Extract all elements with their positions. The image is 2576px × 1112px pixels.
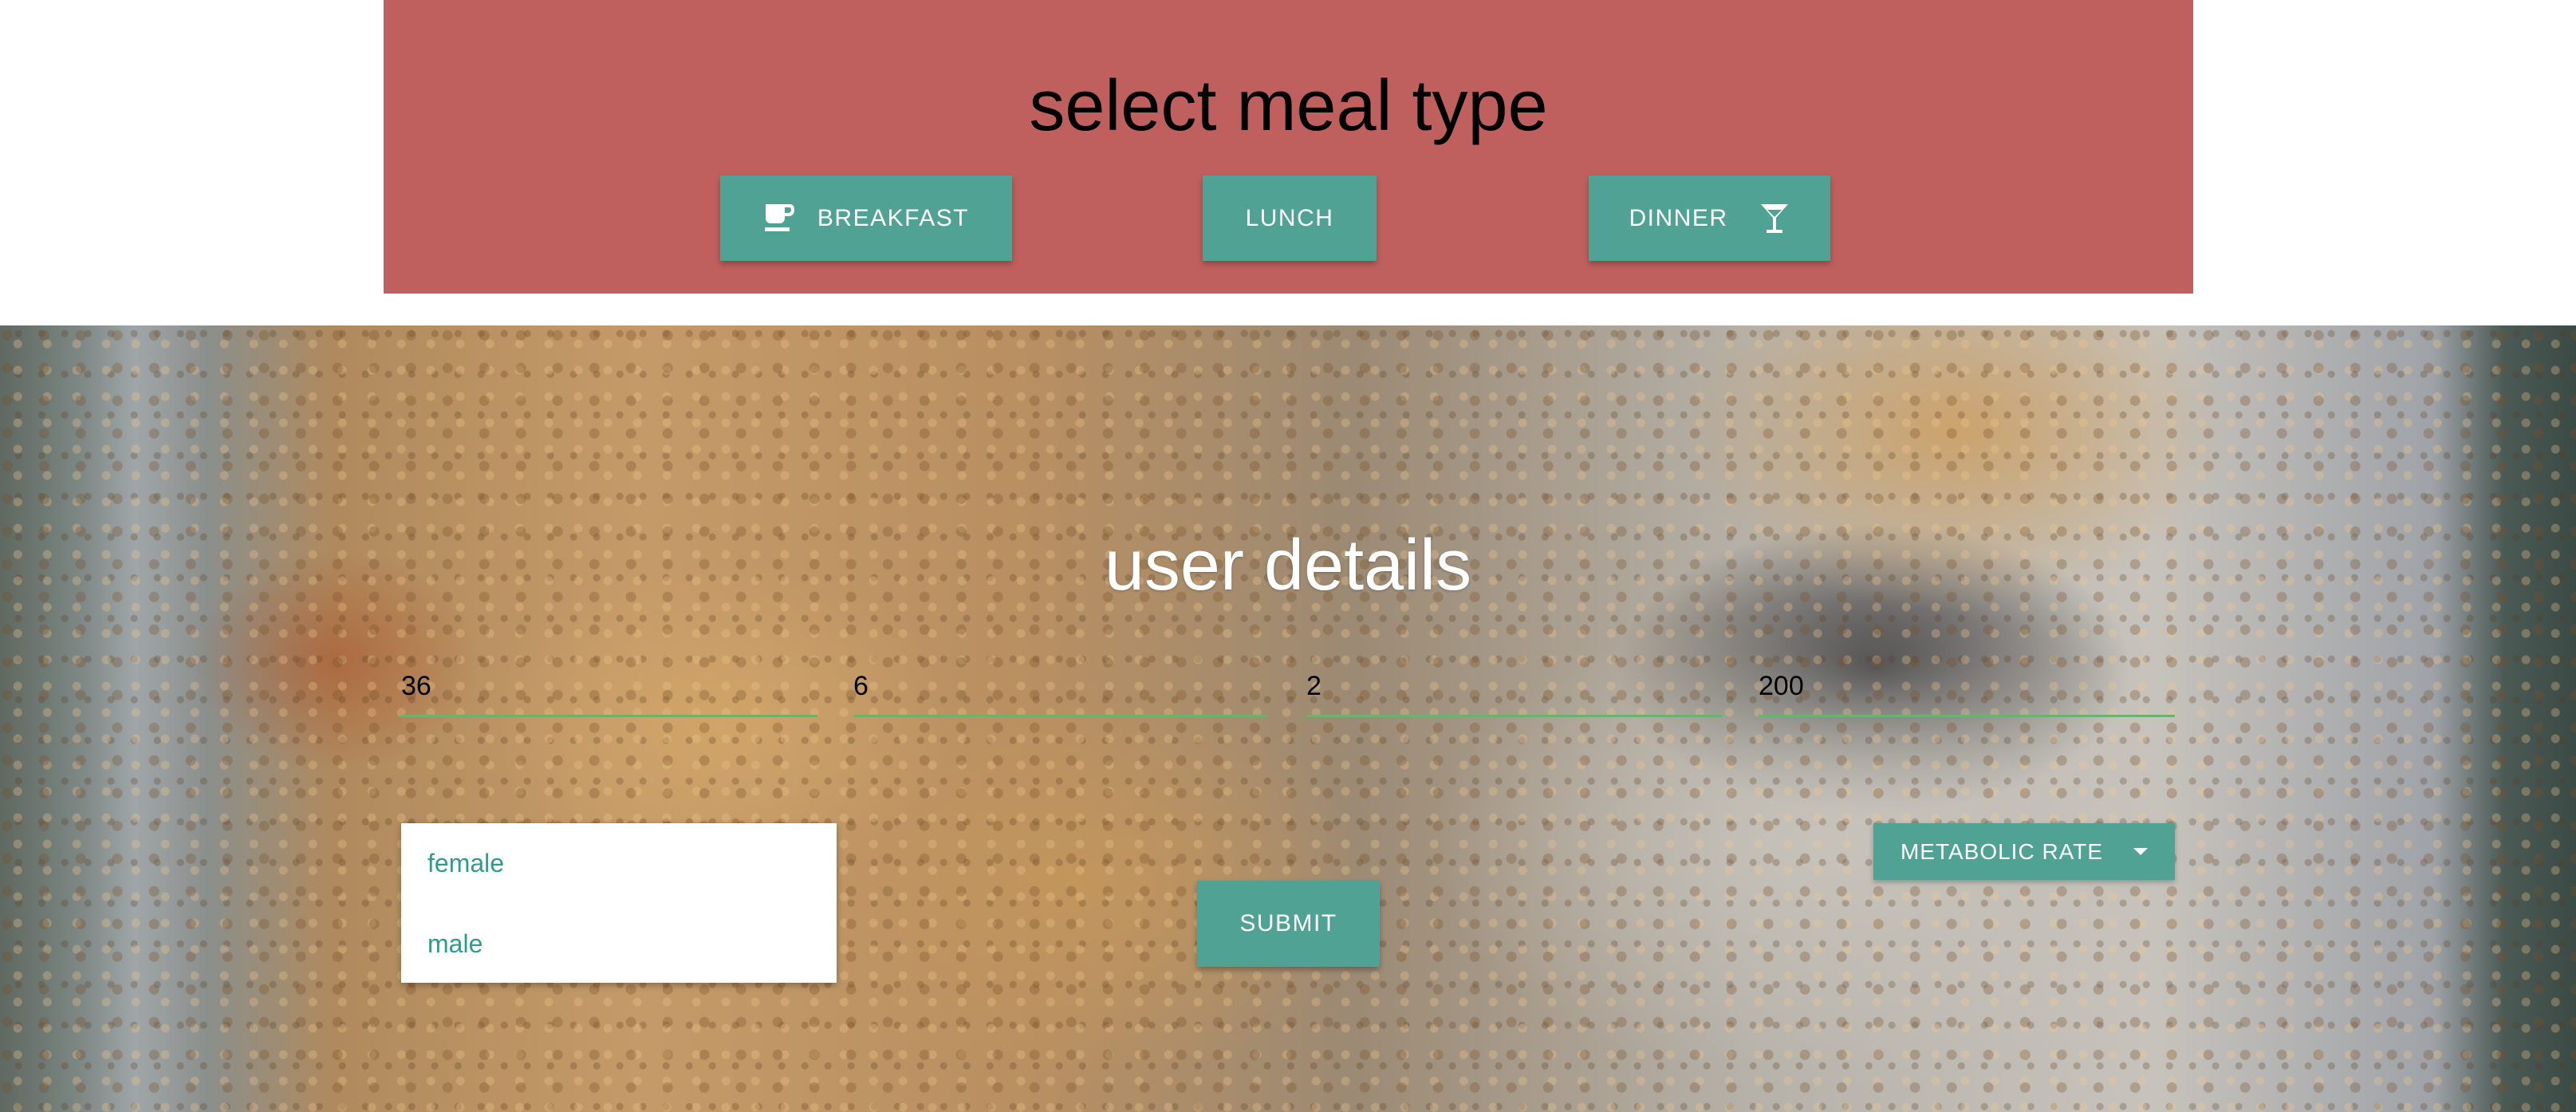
dinner-label: DINNER bbox=[1629, 204, 1728, 231]
age-field bbox=[401, 662, 817, 717]
field-3 bbox=[1306, 662, 1723, 717]
gender-option-female[interactable]: female bbox=[427, 849, 504, 878]
meal-type-panel: select meal type BREAKFAST LUNCH DINNER bbox=[384, 0, 2193, 294]
submit-label: SUBMIT bbox=[1239, 910, 1337, 937]
lunch-label: LUNCH bbox=[1245, 204, 1334, 231]
field-1-input[interactable] bbox=[401, 662, 817, 710]
field-4-input[interactable] bbox=[1759, 662, 2175, 710]
meal-type-title: select meal type bbox=[1029, 66, 1548, 146]
cocktail-glass-icon bbox=[1759, 201, 1790, 236]
field-3-input[interactable] bbox=[1306, 662, 1723, 710]
dinner-button[interactable]: DINNER bbox=[1589, 175, 1830, 261]
user-details-section: user details female male SUBMIT METABOLI… bbox=[0, 325, 2576, 1112]
submit-button[interactable]: SUBMIT bbox=[1197, 881, 1380, 967]
caret-down-icon bbox=[2133, 848, 2149, 855]
lunch-button[interactable]: LUNCH bbox=[1203, 175, 1377, 261]
metabolic-rate-dropdown-button[interactable]: METABOLIC RATE bbox=[1873, 823, 2175, 880]
breakfast-label: BREAKFAST bbox=[817, 204, 970, 231]
metabolic-rate-label: METABOLIC RATE bbox=[1900, 838, 2104, 864]
gender-option-male[interactable]: male bbox=[427, 929, 483, 959]
breakfast-button[interactable]: BREAKFAST bbox=[720, 175, 1012, 261]
gender-dropdown-menu: female male bbox=[401, 823, 837, 983]
user-details-title: user details bbox=[1104, 526, 1472, 605]
coffee-cup-icon bbox=[763, 201, 795, 236]
background-food-image bbox=[0, 325, 2576, 1112]
height-field bbox=[853, 662, 1268, 717]
weight-field bbox=[1759, 662, 2175, 717]
field-2-input[interactable] bbox=[853, 662, 1268, 710]
